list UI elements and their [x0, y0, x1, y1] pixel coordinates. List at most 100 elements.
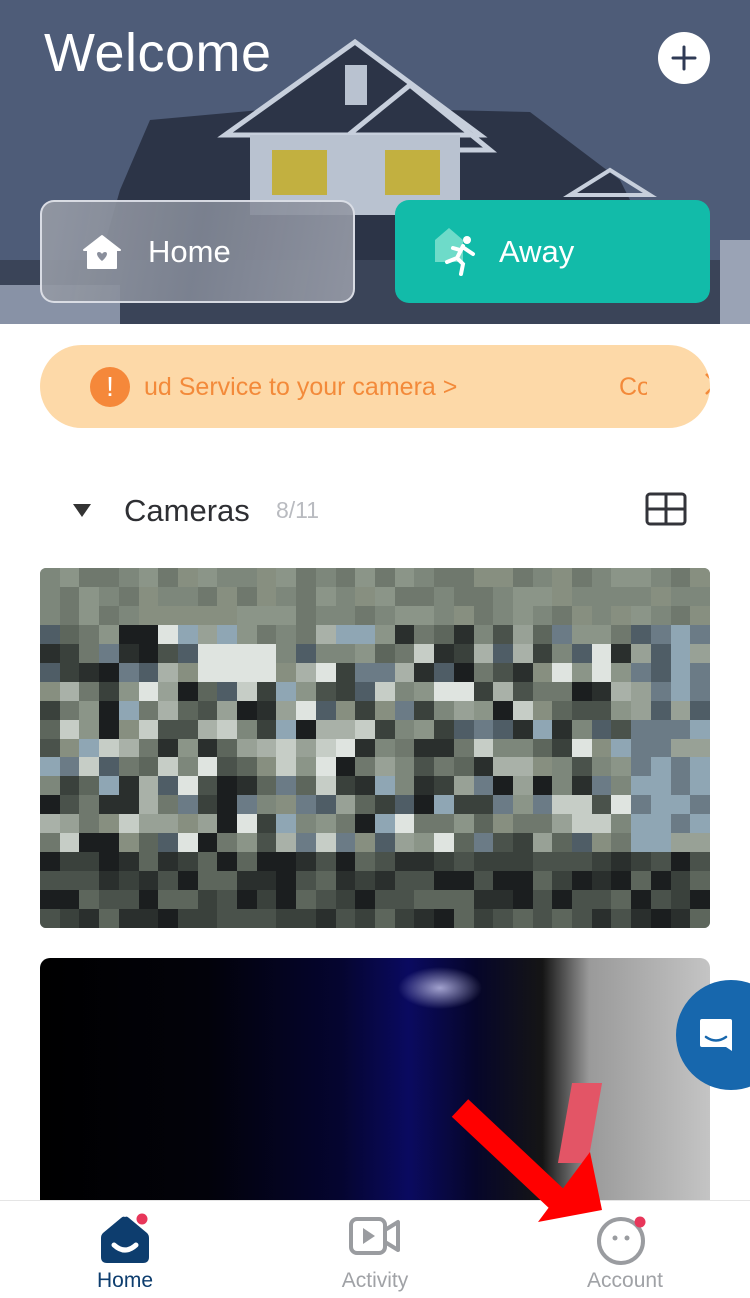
feed-pixel [315, 719, 337, 740]
feed-pixel [217, 700, 239, 721]
feed-pixel [631, 776, 652, 797]
away-mode-button[interactable]: Away [395, 200, 710, 303]
feed-pixel [493, 700, 514, 721]
feed-pixel [591, 795, 613, 816]
tab-home[interactable]: Home [0, 1201, 250, 1298]
feed-pixel [256, 719, 278, 740]
feed-pixel [315, 643, 337, 664]
feed-pixel [650, 700, 672, 721]
feed-pixel [434, 568, 455, 588]
feed-pixel [690, 795, 710, 816]
feed-pixel [59, 833, 81, 854]
feed-pixel [670, 643, 692, 664]
feed-pixel [512, 776, 534, 797]
cloud-service-banner[interactable]: ! ud Service to your camera > Co [40, 345, 710, 428]
camera-feed-2[interactable] [40, 958, 710, 1218]
feed-pixel [118, 890, 140, 911]
feed-pixel [256, 586, 278, 607]
feed-pixel [177, 586, 199, 607]
home-mode-button[interactable]: Home [40, 200, 355, 303]
feed-pixel [512, 624, 534, 645]
feed-pixel [237, 871, 258, 892]
feed-pixel [690, 757, 710, 778]
feed-pixel [158, 681, 179, 702]
feed-pixel [79, 700, 101, 721]
feed-pixel [99, 871, 120, 892]
feed-pixel [59, 757, 81, 778]
feed-pixel [690, 852, 710, 873]
feed-pixel [414, 568, 436, 588]
feed-pixel [276, 700, 298, 721]
feed-pixel [40, 890, 61, 911]
feed-pixel [493, 871, 514, 892]
feed-pixel [276, 624, 298, 645]
feed-pixel [434, 890, 455, 911]
feed-pixel [315, 568, 337, 588]
feed-pixel [158, 624, 179, 645]
feed-pixel [650, 738, 672, 759]
feed-pixel [473, 757, 495, 778]
feed-pixel [532, 795, 554, 816]
feed-pixel [138, 814, 160, 835]
feed-pixel [690, 719, 710, 740]
feed-pixel [276, 852, 298, 873]
feed-pixel [532, 833, 554, 854]
feed-pixel [197, 814, 219, 835]
feed-pixel [59, 814, 81, 835]
feed-pixel [493, 852, 514, 873]
feed-pixel [99, 568, 120, 588]
chat-bubble-icon [700, 1019, 732, 1051]
feed-pixel [335, 643, 357, 664]
feed-pixel [79, 643, 101, 664]
feed-pixel [532, 814, 554, 835]
feed-pixel [40, 662, 61, 683]
triangle-down-icon[interactable] [73, 504, 91, 517]
feed-pixel [59, 852, 81, 873]
feed-pixel [296, 738, 317, 759]
feed-pixel [434, 586, 455, 607]
feed-pixel [631, 795, 652, 816]
feed-pixel [99, 662, 120, 683]
feed-pixel [237, 624, 258, 645]
feed-pixel [315, 852, 337, 873]
feed-pixel [256, 871, 278, 892]
feed-pixel [59, 700, 81, 721]
feed-pixel [591, 568, 613, 588]
add-device-button[interactable] [658, 32, 710, 84]
tab-activity[interactable]: Activity [250, 1201, 500, 1298]
notification-badge [634, 1216, 646, 1228]
feed-pixel [118, 776, 140, 797]
feed-pixel [118, 852, 140, 873]
feed-pixel [217, 814, 239, 835]
feed-pixel [138, 719, 160, 740]
feed-pixel [414, 643, 436, 664]
feed-pixel [453, 833, 475, 854]
feed-pixel [512, 909, 534, 928]
feed-pixel [493, 757, 514, 778]
feed-pixel [375, 624, 396, 645]
feed-pixel [512, 890, 534, 911]
camera-feed-1[interactable] [40, 568, 710, 928]
feed-pixel [591, 643, 613, 664]
feed-pixel [118, 568, 140, 588]
feed-pixel [79, 719, 101, 740]
grid-view-icon[interactable] [645, 492, 687, 526]
feed-pixel [335, 852, 357, 873]
chevron-right-icon[interactable] [704, 371, 710, 397]
feed-pixel [631, 700, 652, 721]
feed-pixel [670, 890, 692, 911]
feed-pixel [552, 624, 574, 645]
feed-pixel [99, 738, 120, 759]
feed-pixel [335, 776, 357, 797]
feed-pixel [276, 568, 298, 588]
feed-pixel [177, 568, 199, 588]
feed-pixel [434, 700, 455, 721]
feed-pixel [256, 852, 278, 873]
tab-account[interactable]: Account [500, 1201, 750, 1298]
feed-pixel [453, 719, 475, 740]
feed-pixel [276, 890, 298, 911]
banner-text: ud Service to your camera > [144, 373, 458, 401]
feed-pixel [414, 795, 436, 816]
feed-pixel [394, 757, 416, 778]
feed-pixel [394, 681, 416, 702]
